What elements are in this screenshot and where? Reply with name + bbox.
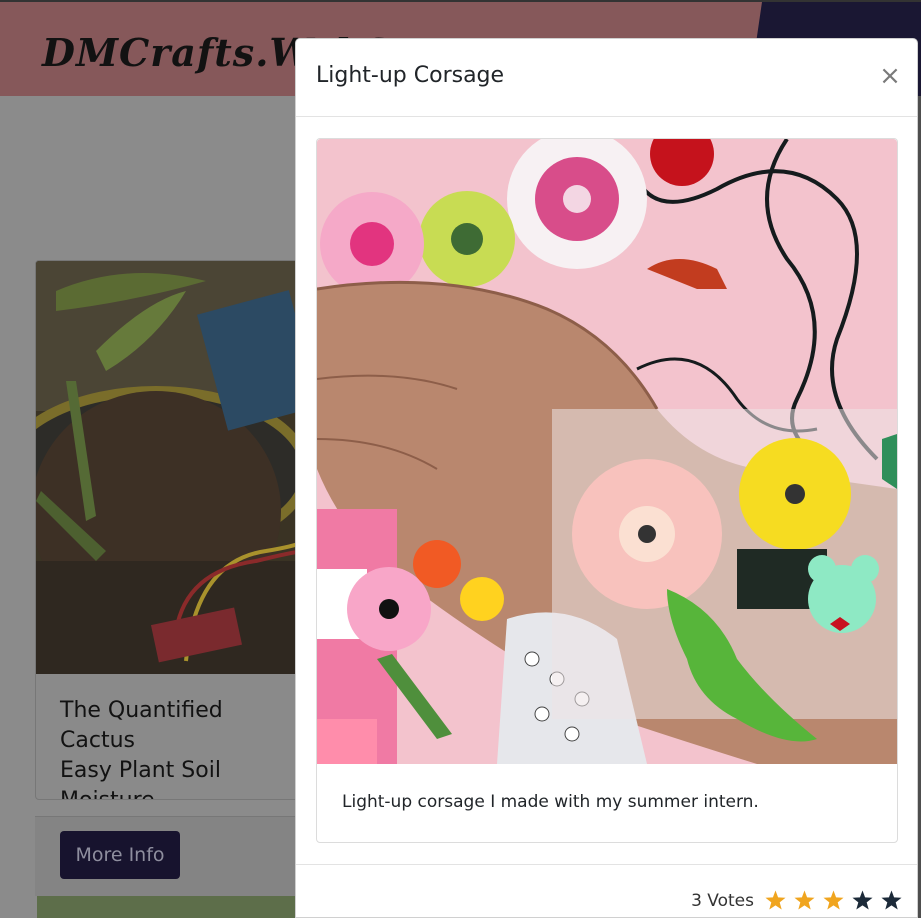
modal-content-card: Light-up corsage I made with my summer i… <box>316 138 898 843</box>
star-filled-icon[interactable] <box>793 889 816 912</box>
close-icon[interactable]: × <box>877 61 903 91</box>
modal-header: Light-up Corsage × <box>296 39 917 117</box>
star-empty-icon[interactable] <box>880 889 903 912</box>
more-info-button[interactable]: More Info <box>60 831 180 879</box>
project-photo <box>317 139 897 764</box>
project-modal: Light-up Corsage × Light-up corsage I ma… <box>295 38 918 918</box>
modal-footer: 3 Votes <box>296 864 917 918</box>
modal-title: Light-up Corsage <box>316 63 505 88</box>
star-filled-icon[interactable] <box>764 889 787 912</box>
project-card-image[interactable] <box>36 261 304 674</box>
votes-count: 3 Votes <box>691 890 754 911</box>
project-card-title[interactable]: The Quantified Cactus Easy Plant Soil Mo… <box>60 696 282 799</box>
vote-rating: 3 Votes <box>691 889 903 912</box>
next-card-image[interactable] <box>37 896 305 918</box>
star-empty-icon[interactable] <box>851 889 874 912</box>
star-rating <box>764 889 903 912</box>
star-filled-icon[interactable] <box>822 889 845 912</box>
project-card-body: The Quantified Cactus Easy Plant Soil Mo… <box>36 674 304 799</box>
project-card: The Quantified Cactus Easy Plant Soil Mo… <box>35 260 305 800</box>
project-caption: Light-up corsage I made with my summer i… <box>342 792 759 812</box>
